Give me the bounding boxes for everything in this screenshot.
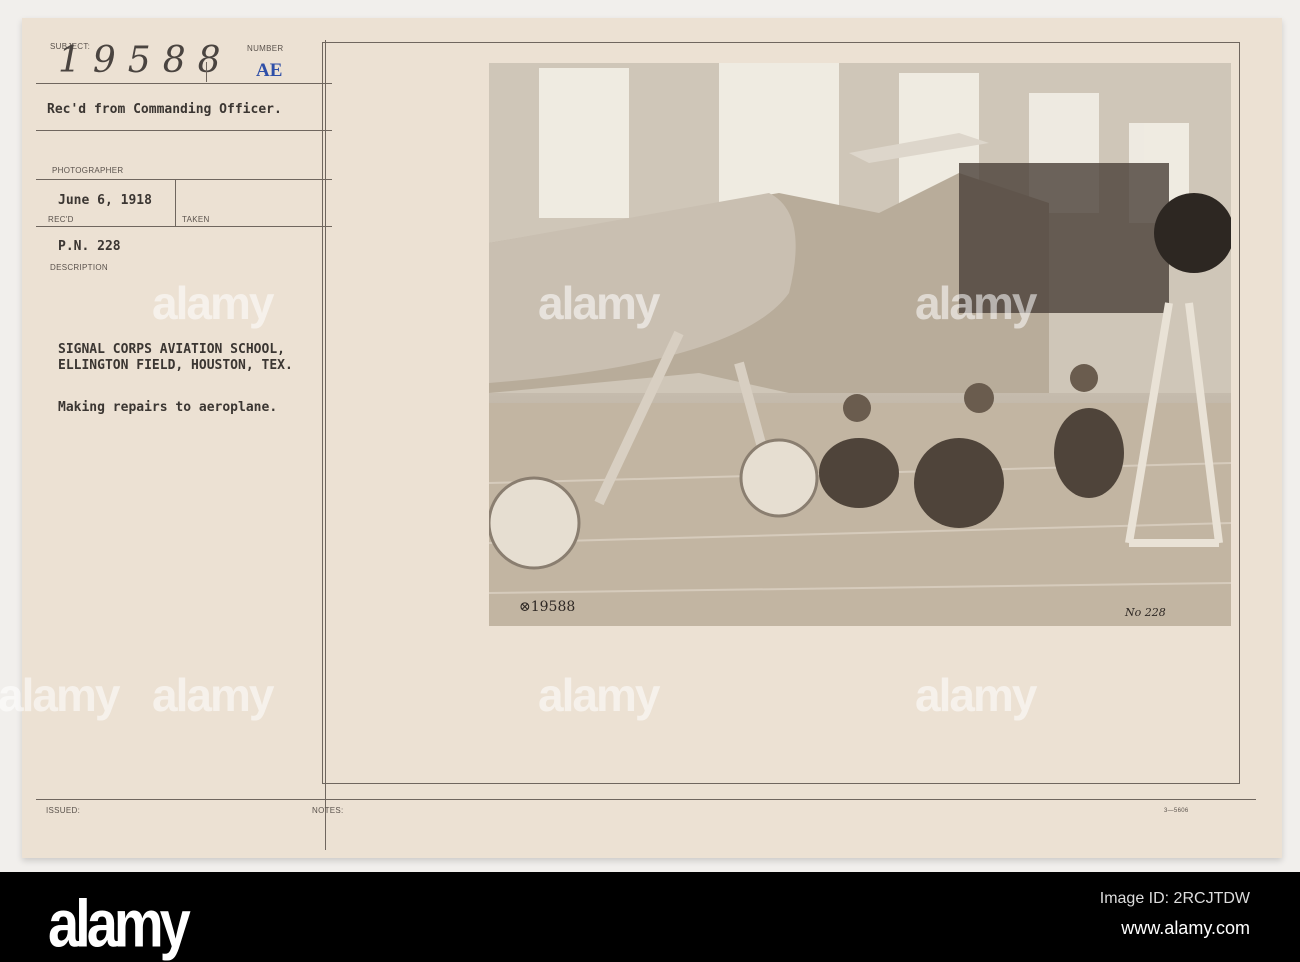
- watermark: alamy: [152, 277, 274, 329]
- photo-scene: [489, 63, 1231, 626]
- stock-footer-bar: alamy Image ID: 2RCJTDW www.alamy.com: [0, 872, 1300, 962]
- plate-number: No 228: [1125, 606, 1166, 619]
- issued-label: ISSUED:: [46, 806, 81, 815]
- number-label: NUMBER: [247, 44, 284, 53]
- received-from: Rec'd from Commanding Officer.: [47, 102, 282, 117]
- image-id: Image ID: 2RCJTDW: [1099, 890, 1250, 907]
- photographer-label: PHOTOGRAPHER: [52, 166, 124, 175]
- watermark: alamy: [538, 669, 660, 721]
- photograph-aeroplane-repair: ⊗19588 No 228: [489, 63, 1231, 626]
- description-label: DESCRIPTION: [50, 263, 108, 272]
- taken-label: TAKEN: [182, 215, 210, 224]
- description-line-1: SIGNAL CORPS AVIATION SCHOOL,: [58, 342, 285, 357]
- number-stamp: AE: [256, 60, 283, 81]
- negative-number: ⊗19588: [519, 599, 576, 615]
- caption: Making repairs to aeroplane.: [58, 400, 278, 415]
- notes-label: NOTES:: [312, 806, 344, 815]
- alamy-logo: alamy: [48, 885, 191, 961]
- watermark: alamy: [915, 669, 1037, 721]
- watermark: alamy: [538, 277, 660, 329]
- watermark: alamy: [0, 669, 120, 721]
- date-received: June 6, 1918: [58, 193, 152, 208]
- form-number: 3—5606: [1164, 808, 1189, 814]
- pn-number: P.N. 228: [58, 239, 121, 254]
- watermark: alamy: [152, 669, 274, 721]
- watermark: alamy: [915, 277, 1037, 329]
- recd-label: REC'D: [48, 215, 74, 224]
- alamy-url[interactable]: www.alamy.com: [1121, 918, 1250, 939]
- description-line-2: ELLINGTON FIELD, HOUSTON, TEX.: [58, 358, 293, 373]
